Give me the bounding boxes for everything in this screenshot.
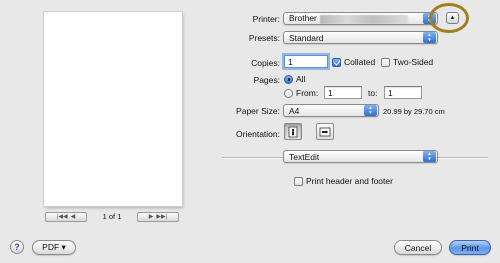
printer-popup[interactable]: Brother ▲ ▼	[283, 12, 438, 25]
copies-label: Copies:	[251, 58, 280, 68]
orientation-portrait-button[interactable]	[284, 123, 302, 140]
paper-size-popup[interactable]: A4 ▲ ▼	[283, 104, 379, 117]
pages-from-label: From:	[296, 88, 319, 98]
app-options-popup[interactable]: TextEdit ▲ ▼	[283, 150, 438, 163]
previous-page-icon: ◀	[70, 213, 76, 220]
page-count-label: 1 of 1	[102, 212, 122, 221]
pages-from-option[interactable]: From:	[284, 88, 318, 98]
cancel-button[interactable]: Cancel	[394, 240, 442, 255]
paper-size-value: A4	[289, 105, 300, 116]
paper-dimensions: 20.99 by 29.70 cm	[383, 107, 445, 116]
app-options-value: TextEdit	[289, 151, 320, 162]
printer-name: Brother	[289, 13, 317, 24]
paper-size-label: Paper Size:	[236, 106, 280, 116]
cancel-label: Cancel	[404, 242, 432, 253]
pages-to-label: to:	[368, 88, 378, 98]
header-footer-label: Print header and footer	[306, 176, 393, 186]
popup-arrows-icon: ▲ ▼	[423, 151, 436, 162]
orientation-label: Orientation:	[236, 129, 280, 139]
collated-label: Collated	[344, 57, 376, 67]
next-page-icon: ▶	[148, 213, 154, 220]
pages-from-field[interactable]: 1	[324, 86, 362, 99]
presets-value: Standard	[289, 32, 324, 43]
two-sided-checkbox[interactable]	[381, 57, 390, 67]
popup-arrows-icon: ▲ ▼	[364, 105, 377, 116]
landscape-icon	[319, 127, 331, 136]
presets-popup[interactable]: Standard ▲ ▼	[283, 31, 438, 44]
header-footer-option[interactable]: Print header and footer	[294, 176, 393, 186]
copies-field[interactable]: 1	[284, 55, 328, 68]
print-label: Print	[461, 242, 479, 253]
collated-checkbox[interactable]	[332, 57, 341, 67]
pages-all-label: All	[296, 74, 306, 84]
portrait-icon	[288, 126, 298, 137]
highlight-circle-annotation	[429, 3, 469, 33]
help-button[interactable]: ?	[10, 240, 24, 254]
first-previous-page-button[interactable]: |◀◀ ◀	[45, 211, 87, 222]
collated-option[interactable]: Collated	[332, 57, 375, 67]
pages-all-option[interactable]: All	[284, 74, 305, 84]
pages-from-radio[interactable]	[284, 88, 293, 98]
last-page-icon: ▶▶|	[156, 213, 168, 220]
orientation-landscape-button[interactable]	[316, 123, 334, 140]
presets-label: Presets:	[248, 33, 280, 43]
pages-all-radio[interactable]	[284, 74, 293, 84]
pdf-menu-button[interactable]: PDF ▾	[32, 240, 76, 255]
next-last-page-button[interactable]: ▶ ▶▶|	[137, 211, 179, 222]
pages-label: Pages:	[253, 75, 280, 85]
first-page-icon: |◀◀	[56, 213, 68, 220]
pdf-label: PDF ▾	[42, 242, 66, 252]
print-button[interactable]: Print	[449, 240, 491, 255]
two-sided-label: Two-Sided	[393, 57, 434, 67]
popup-arrows-icon: ▲ ▼	[423, 32, 436, 43]
preview-pager: |◀◀ ◀ 1 of 1 ▶ ▶▶|	[45, 211, 179, 222]
header-footer-checkbox[interactable]	[294, 176, 303, 186]
question-mark-icon: ?	[14, 242, 20, 252]
two-sided-option[interactable]: Two-Sided	[381, 57, 433, 67]
redacted-printer-name	[319, 14, 408, 24]
print-preview	[44, 12, 182, 206]
pages-to-field[interactable]: 1	[384, 86, 422, 99]
printer-label: Printer:	[252, 14, 280, 24]
